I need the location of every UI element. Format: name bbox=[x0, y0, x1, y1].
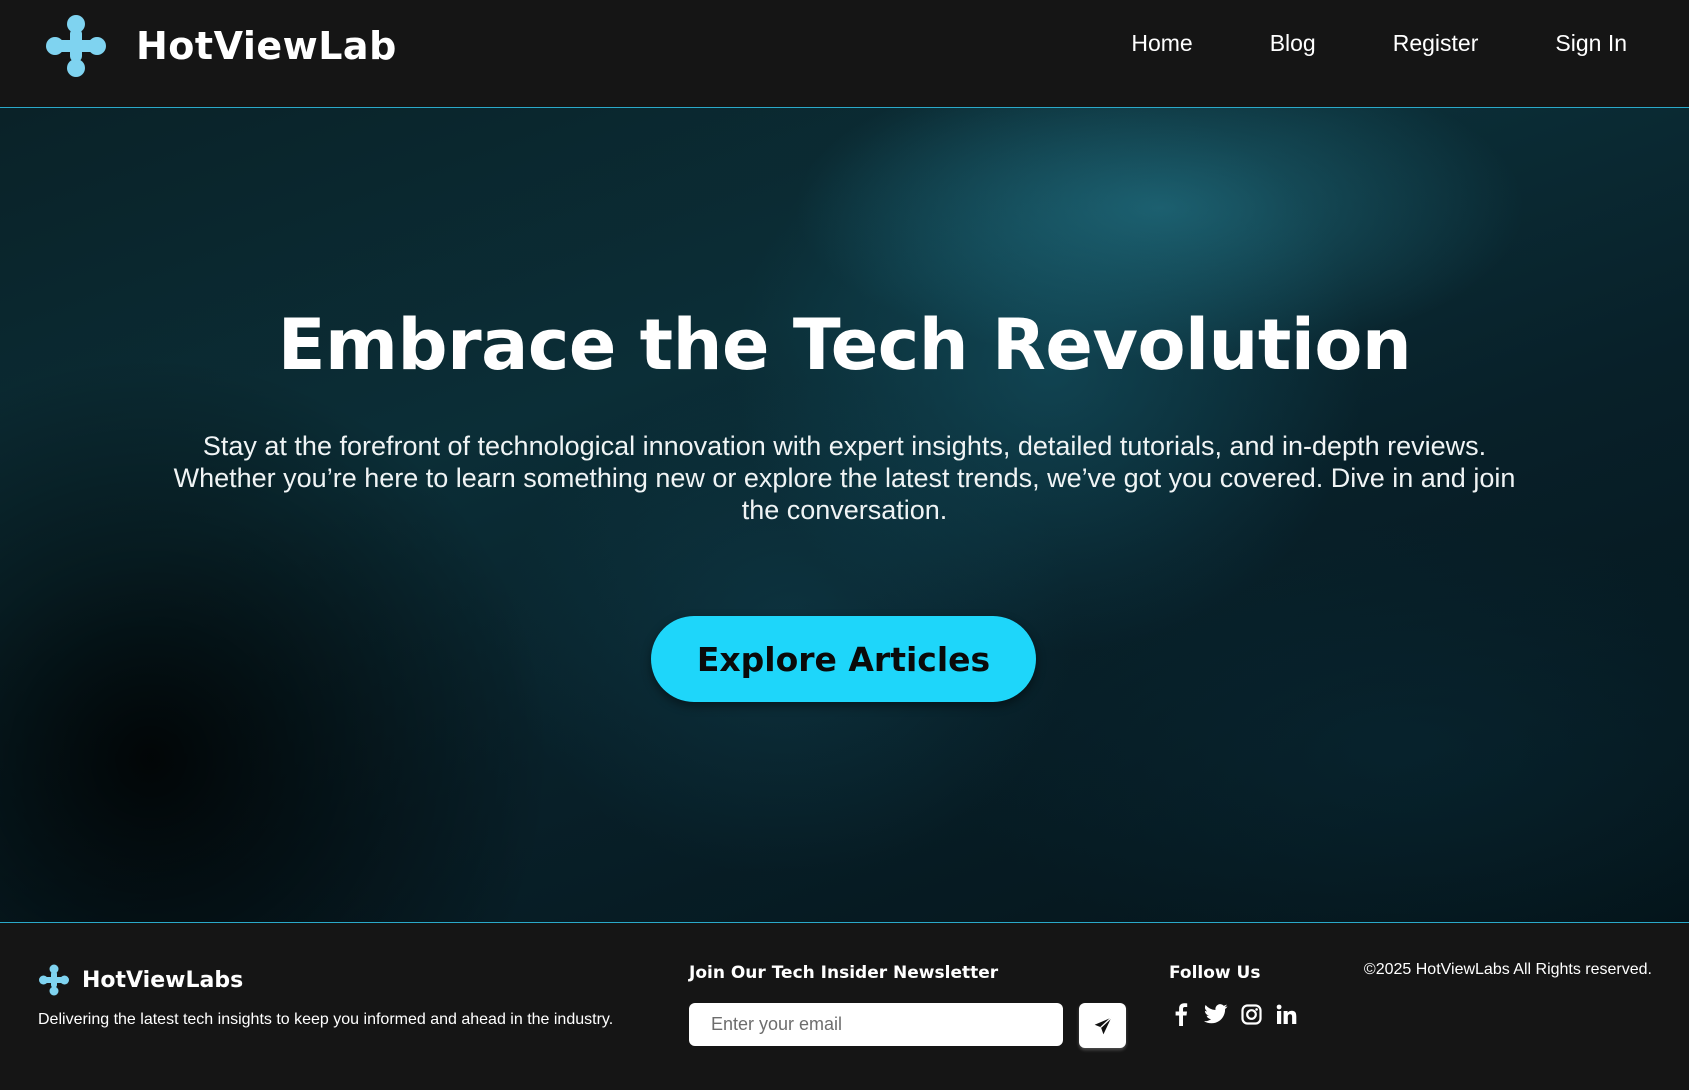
newsletter-send-button[interactable] bbox=[1079, 1003, 1126, 1048]
site-footer: HotViewLabs Delivering the latest tech i… bbox=[0, 922, 1689, 1090]
facebook-link[interactable] bbox=[1169, 1001, 1193, 1027]
follow-us-title: Follow Us bbox=[1169, 963, 1261, 983]
explore-articles-button[interactable]: Explore Articles bbox=[651, 616, 1036, 702]
twitter-icon bbox=[1204, 1004, 1228, 1024]
brand-name: HotViewLab bbox=[136, 24, 397, 68]
facebook-icon bbox=[1175, 1003, 1188, 1026]
hero-section: Embrace the Tech Revolution Stay at the … bbox=[0, 108, 1689, 922]
nav-blog-link[interactable]: Blog bbox=[1270, 30, 1316, 57]
linkedin-link[interactable] bbox=[1274, 1001, 1298, 1027]
copyright-text: ©2025 HotViewLabs All Rights reserved. bbox=[1363, 961, 1652, 978]
nav-register-link[interactable]: Register bbox=[1393, 30, 1479, 57]
nav-sign-in-link[interactable]: Sign In bbox=[1555, 30, 1627, 57]
instagram-link[interactable] bbox=[1239, 1001, 1263, 1027]
instagram-icon bbox=[1240, 1003, 1262, 1025]
molecule-logo-icon bbox=[39, 964, 69, 996]
footer-brand-name: HotViewLabs bbox=[82, 967, 244, 993]
nav-home-link[interactable]: Home bbox=[1131, 30, 1192, 57]
brand[interactable]: HotViewLab bbox=[44, 14, 397, 78]
social-links bbox=[1169, 1001, 1309, 1027]
footer-tagline: Delivering the latest tech insights to k… bbox=[38, 1011, 614, 1028]
newsletter-title: Join Our Tech Insider Newsletter bbox=[689, 963, 999, 983]
footer-brand[interactable]: HotViewLabs bbox=[38, 963, 243, 997]
site-header: HotViewLab Home Blog Register Sign In bbox=[0, 0, 1689, 108]
main-nav: Home Blog Register Sign In bbox=[1054, 30, 1627, 57]
twitter-link[interactable] bbox=[1204, 1001, 1228, 1027]
hero-title: Embrace the Tech Revolution bbox=[277, 304, 1412, 386]
hero-description: Stay at the forefront of technological i… bbox=[173, 431, 1516, 525]
molecule-logo-icon bbox=[46, 15, 106, 77]
paper-plane-icon bbox=[1094, 1016, 1112, 1034]
newsletter-email-input[interactable] bbox=[689, 1003, 1063, 1046]
linkedin-icon bbox=[1276, 1004, 1296, 1024]
